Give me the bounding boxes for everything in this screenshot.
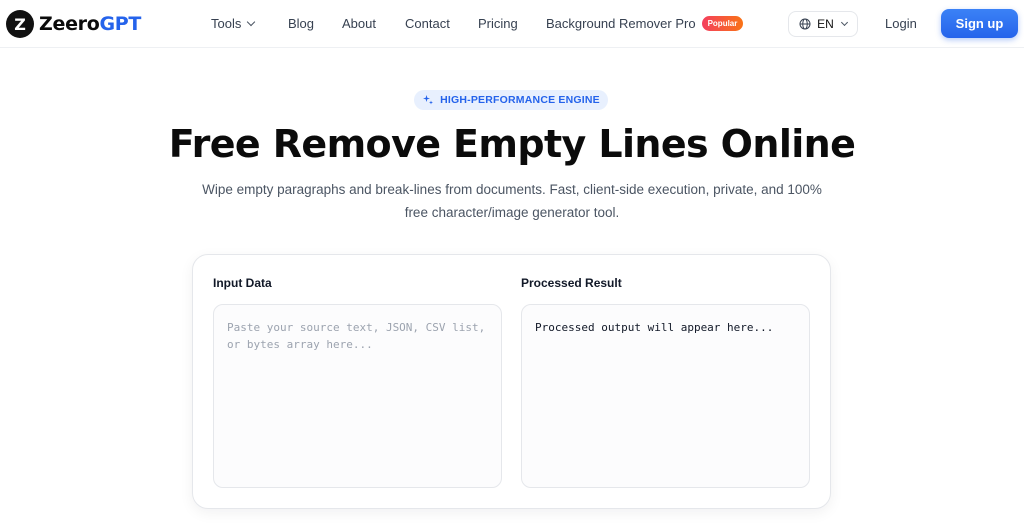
input-label: Input Data (213, 276, 272, 290)
nav-background-remover[interactable]: Background Remover Pro Popular (546, 16, 744, 33)
brand-name: ZeeroGPT (39, 13, 141, 35)
nav-tools[interactable]: Tools (211, 16, 256, 31)
brand-name-prefix: Zeero (39, 13, 100, 35)
chevron-down-icon (247, 17, 256, 27)
input-textarea[interactable] (227, 319, 488, 473)
brand-name-suffix: GPT (99, 13, 142, 35)
popular-badge: Popular (701, 16, 744, 31)
site-header: Z ZeeroGPT Tools Blog About Contact Pric… (0, 0, 1024, 48)
output-pane: Processed output will appear here... (521, 304, 810, 488)
input-pane (213, 304, 502, 488)
nav-contact[interactable]: Contact (405, 16, 450, 31)
login-link[interactable]: Login (885, 16, 917, 31)
nav-background-remover-label: Background Remover Pro (546, 16, 696, 31)
page-subtitle: Wipe empty paragraphs and break-lines fr… (202, 182, 822, 220)
output-text: Processed output will appear here... (535, 321, 774, 334)
engine-badge-label: HIGH-PERFORMANCE ENGINE (440, 94, 600, 106)
engine-badge: HIGH-PERFORMANCE ENGINE (414, 90, 608, 110)
nav-pricing[interactable]: Pricing (478, 16, 518, 31)
output-label: Processed Result (521, 276, 622, 290)
chevron-down-icon (840, 18, 848, 26)
nav-tools-label: Tools (211, 16, 242, 31)
sparkle-icon (423, 95, 434, 105)
language-label: EN (817, 17, 834, 31)
brand-logo[interactable]: Z ZeeroGPT (6, 10, 141, 38)
nav-about[interactable]: About (342, 16, 376, 31)
signup-button[interactable]: Sign up (941, 9, 1018, 38)
nav-blog[interactable]: Blog (288, 16, 314, 31)
globe-icon (799, 18, 811, 30)
language-selector[interactable]: EN (788, 11, 858, 37)
page-title: Free Remove Empty Lines Online (168, 122, 856, 166)
logo-icon: Z (6, 10, 34, 38)
